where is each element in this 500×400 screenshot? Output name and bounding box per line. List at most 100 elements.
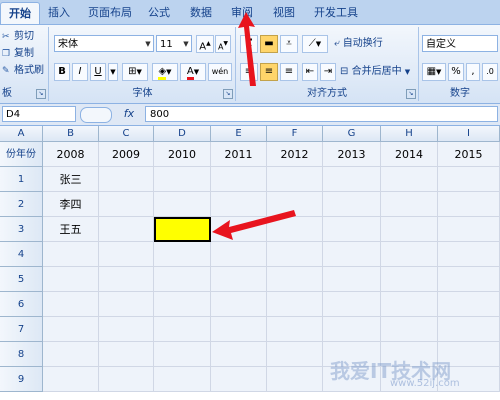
column-header-d[interactable]: D <box>154 126 211 142</box>
cell-b9[interactable] <box>43 342 99 367</box>
cell-e5[interactable] <box>211 242 267 267</box>
shrink-font-button[interactable]: A▼ <box>215 35 231 53</box>
tab-insert[interactable]: 插入 <box>40 2 78 23</box>
cell-c3[interactable] <box>99 192 154 217</box>
cell-c9[interactable] <box>99 342 154 367</box>
cell-c4[interactable] <box>99 217 154 242</box>
cell-i2[interactable] <box>438 167 500 192</box>
cell-e2[interactable] <box>211 167 267 192</box>
cell-d3[interactable] <box>154 192 211 217</box>
format-painter-button[interactable]: ✎ 格式刷 <box>2 63 44 79</box>
align-bottom-button[interactable]: ⩡ <box>280 35 298 53</box>
cell-b7[interactable] <box>43 292 99 317</box>
cell-b2[interactable]: 张三 <box>43 167 99 192</box>
tab-data[interactable]: 数据 <box>182 2 220 23</box>
underline-button[interactable]: U <box>90 63 106 81</box>
column-header-g[interactable]: G <box>323 126 381 142</box>
cell-f1[interactable]: 2012 <box>267 142 323 167</box>
cell-i1[interactable]: 2015 <box>438 142 500 167</box>
cell-h8[interactable] <box>381 317 438 342</box>
tab-developer[interactable]: 开发工具 <box>306 2 366 23</box>
column-header-f[interactable]: F <box>267 126 323 142</box>
cell-g1[interactable]: 2013 <box>323 142 381 167</box>
cell-g4[interactable] <box>323 217 381 242</box>
cell-f2[interactable] <box>267 167 323 192</box>
tab-view[interactable]: 视图 <box>265 2 303 23</box>
row-header-9[interactable]: 8 <box>0 342 43 367</box>
cell-c7[interactable] <box>99 292 154 317</box>
cell-g5[interactable] <box>323 242 381 267</box>
cell-b1[interactable]: 2008 <box>43 142 99 167</box>
cell-b8[interactable] <box>43 317 99 342</box>
cell-f6[interactable] <box>267 267 323 292</box>
row-header-4[interactable]: 3 <box>0 217 43 242</box>
cell-d10[interactable] <box>154 367 211 392</box>
decrease-indent-button[interactable]: ⇤ <box>302 63 318 81</box>
tab-formulas[interactable]: 公式 <box>140 2 178 23</box>
cell-f10[interactable] <box>267 367 323 392</box>
row-header-6[interactable]: 5 <box>0 267 43 292</box>
cell-f8[interactable] <box>267 317 323 342</box>
cell-d6[interactable] <box>154 267 211 292</box>
cell-g2[interactable] <box>323 167 381 192</box>
cell-g3[interactable] <box>323 192 381 217</box>
row-header-5[interactable]: 4 <box>0 242 43 267</box>
cell-h1[interactable]: 2014 <box>381 142 438 167</box>
wrap-text-button[interactable]: ⤶ 自动换行 <box>334 36 383 52</box>
font-color-button[interactable]: A▼ <box>180 63 206 81</box>
cell-f7[interactable] <box>267 292 323 317</box>
tab-home[interactable]: 开始 <box>0 2 40 24</box>
cell-e9[interactable] <box>211 342 267 367</box>
increase-indent-button[interactable]: ⇥ <box>320 63 336 81</box>
cell-e8[interactable] <box>211 317 267 342</box>
font-size-combo[interactable]: 11 ▼ <box>156 35 192 52</box>
bold-button[interactable]: B <box>54 63 70 81</box>
cell-i7[interactable] <box>438 292 500 317</box>
borders-button[interactable]: ⊞▼ <box>122 63 148 81</box>
cell-b6[interactable] <box>43 267 99 292</box>
cell-g7[interactable] <box>323 292 381 317</box>
orientation-button[interactable]: ⟋▼ <box>302 35 328 53</box>
tab-page-layout[interactable]: 页面布局 <box>80 2 140 23</box>
cell-i4[interactable] <box>438 217 500 242</box>
cell-f5[interactable] <box>267 242 323 267</box>
cell-b4[interactable]: 王五 <box>43 217 99 242</box>
currency-button[interactable]: ▦▼ <box>422 63 446 81</box>
cell-d2[interactable] <box>154 167 211 192</box>
cell-i8[interactable] <box>438 317 500 342</box>
cell-f3[interactable] <box>267 192 323 217</box>
increase-decimal-button[interactable]: .0 <box>482 63 498 81</box>
cell-h4[interactable] <box>381 217 438 242</box>
column-header-e[interactable]: E <box>211 126 267 142</box>
cell-e1[interactable]: 2011 <box>211 142 267 167</box>
cell-b5[interactable] <box>43 242 99 267</box>
cell-h6[interactable] <box>381 267 438 292</box>
name-box-dropdown[interactable] <box>80 107 112 123</box>
italic-button[interactable]: I <box>72 63 88 81</box>
cell-h3[interactable] <box>381 192 438 217</box>
cell-c2[interactable] <box>99 167 154 192</box>
comma-button[interactable]: , <box>466 63 480 81</box>
cell-d7[interactable] <box>154 292 211 317</box>
cell-e4[interactable] <box>211 217 267 242</box>
row-header-7[interactable]: 6 <box>0 292 43 317</box>
align-center-button[interactable]: ≡ <box>260 63 278 81</box>
alignment-launcher-icon[interactable]: ↘ <box>406 89 416 99</box>
row-header-10[interactable]: 9 <box>0 367 43 392</box>
cell-c10[interactable] <box>99 367 154 392</box>
align-left-button[interactable]: ≡ <box>240 63 258 81</box>
cell-h7[interactable] <box>381 292 438 317</box>
tab-review[interactable]: 审阅 <box>223 2 261 23</box>
align-right-button[interactable]: ≡ <box>280 63 298 81</box>
merge-center-button[interactable]: ⊟ 合并后居中 ▼ <box>340 64 410 80</box>
cell-i6[interactable] <box>438 267 500 292</box>
cell-g8[interactable] <box>323 317 381 342</box>
underline-dropdown[interactable]: ▼ <box>108 63 118 81</box>
cell-e6[interactable] <box>211 267 267 292</box>
cell-f9[interactable] <box>267 342 323 367</box>
formula-input[interactable]: 800 <box>145 106 498 122</box>
cut-button[interactable]: ✂ 剪切 <box>2 29 34 45</box>
cell-c8[interactable] <box>99 317 154 342</box>
cell-b3[interactable]: 李四 <box>43 192 99 217</box>
cell-d9[interactable] <box>154 342 211 367</box>
